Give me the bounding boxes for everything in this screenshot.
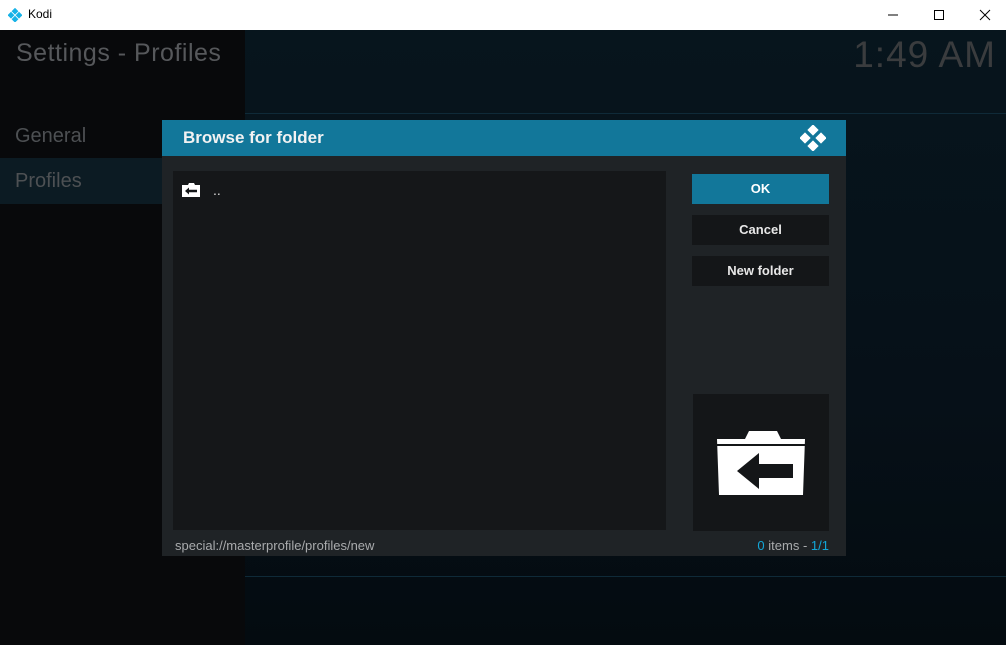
item-count-separator: - <box>802 538 808 553</box>
ok-button[interactable]: OK <box>692 174 829 204</box>
page-title: Settings - Profiles <box>16 39 222 67</box>
minimize-button[interactable] <box>870 0 916 30</box>
browse-folder-dialog: Browse for folder .. OK Cancel New folde… <box>162 120 846 556</box>
minimize-icon <box>888 14 898 16</box>
item-count: 0 items - 1/1 <box>757 538 829 553</box>
folder-back-icon <box>182 183 200 197</box>
close-icon <box>979 9 991 21</box>
dialog-header: Browse for folder <box>162 120 846 156</box>
close-button[interactable] <box>962 0 1006 30</box>
window-titlebar: Kodi <box>0 0 1006 30</box>
current-path: special://masterprofile/profiles/new <box>175 538 375 553</box>
list-item-label: .. <box>213 182 221 198</box>
list-item[interactable]: .. <box>173 179 666 203</box>
dialog-title: Browse for folder <box>183 128 324 147</box>
window-title: Kodi <box>28 7 53 21</box>
new-folder-button[interactable]: New folder <box>692 256 829 286</box>
clock: 1:49 AM <box>853 34 996 75</box>
item-count-label: items <box>768 538 800 553</box>
divider <box>245 113 1006 114</box>
page-indicator: 1/1 <box>810 538 829 553</box>
divider <box>245 576 1006 577</box>
cancel-button[interactable]: Cancel <box>692 215 829 245</box>
item-count-value: 0 <box>757 538 765 553</box>
kodi-icon <box>8 8 22 22</box>
folder-thumbnail <box>693 394 829 531</box>
maximize-button[interactable] <box>916 0 962 30</box>
folder-back-icon <box>717 431 805 495</box>
maximize-icon <box>934 10 944 20</box>
file-list[interactable]: .. <box>173 171 666 530</box>
kodi-logo-icon <box>800 125 826 151</box>
